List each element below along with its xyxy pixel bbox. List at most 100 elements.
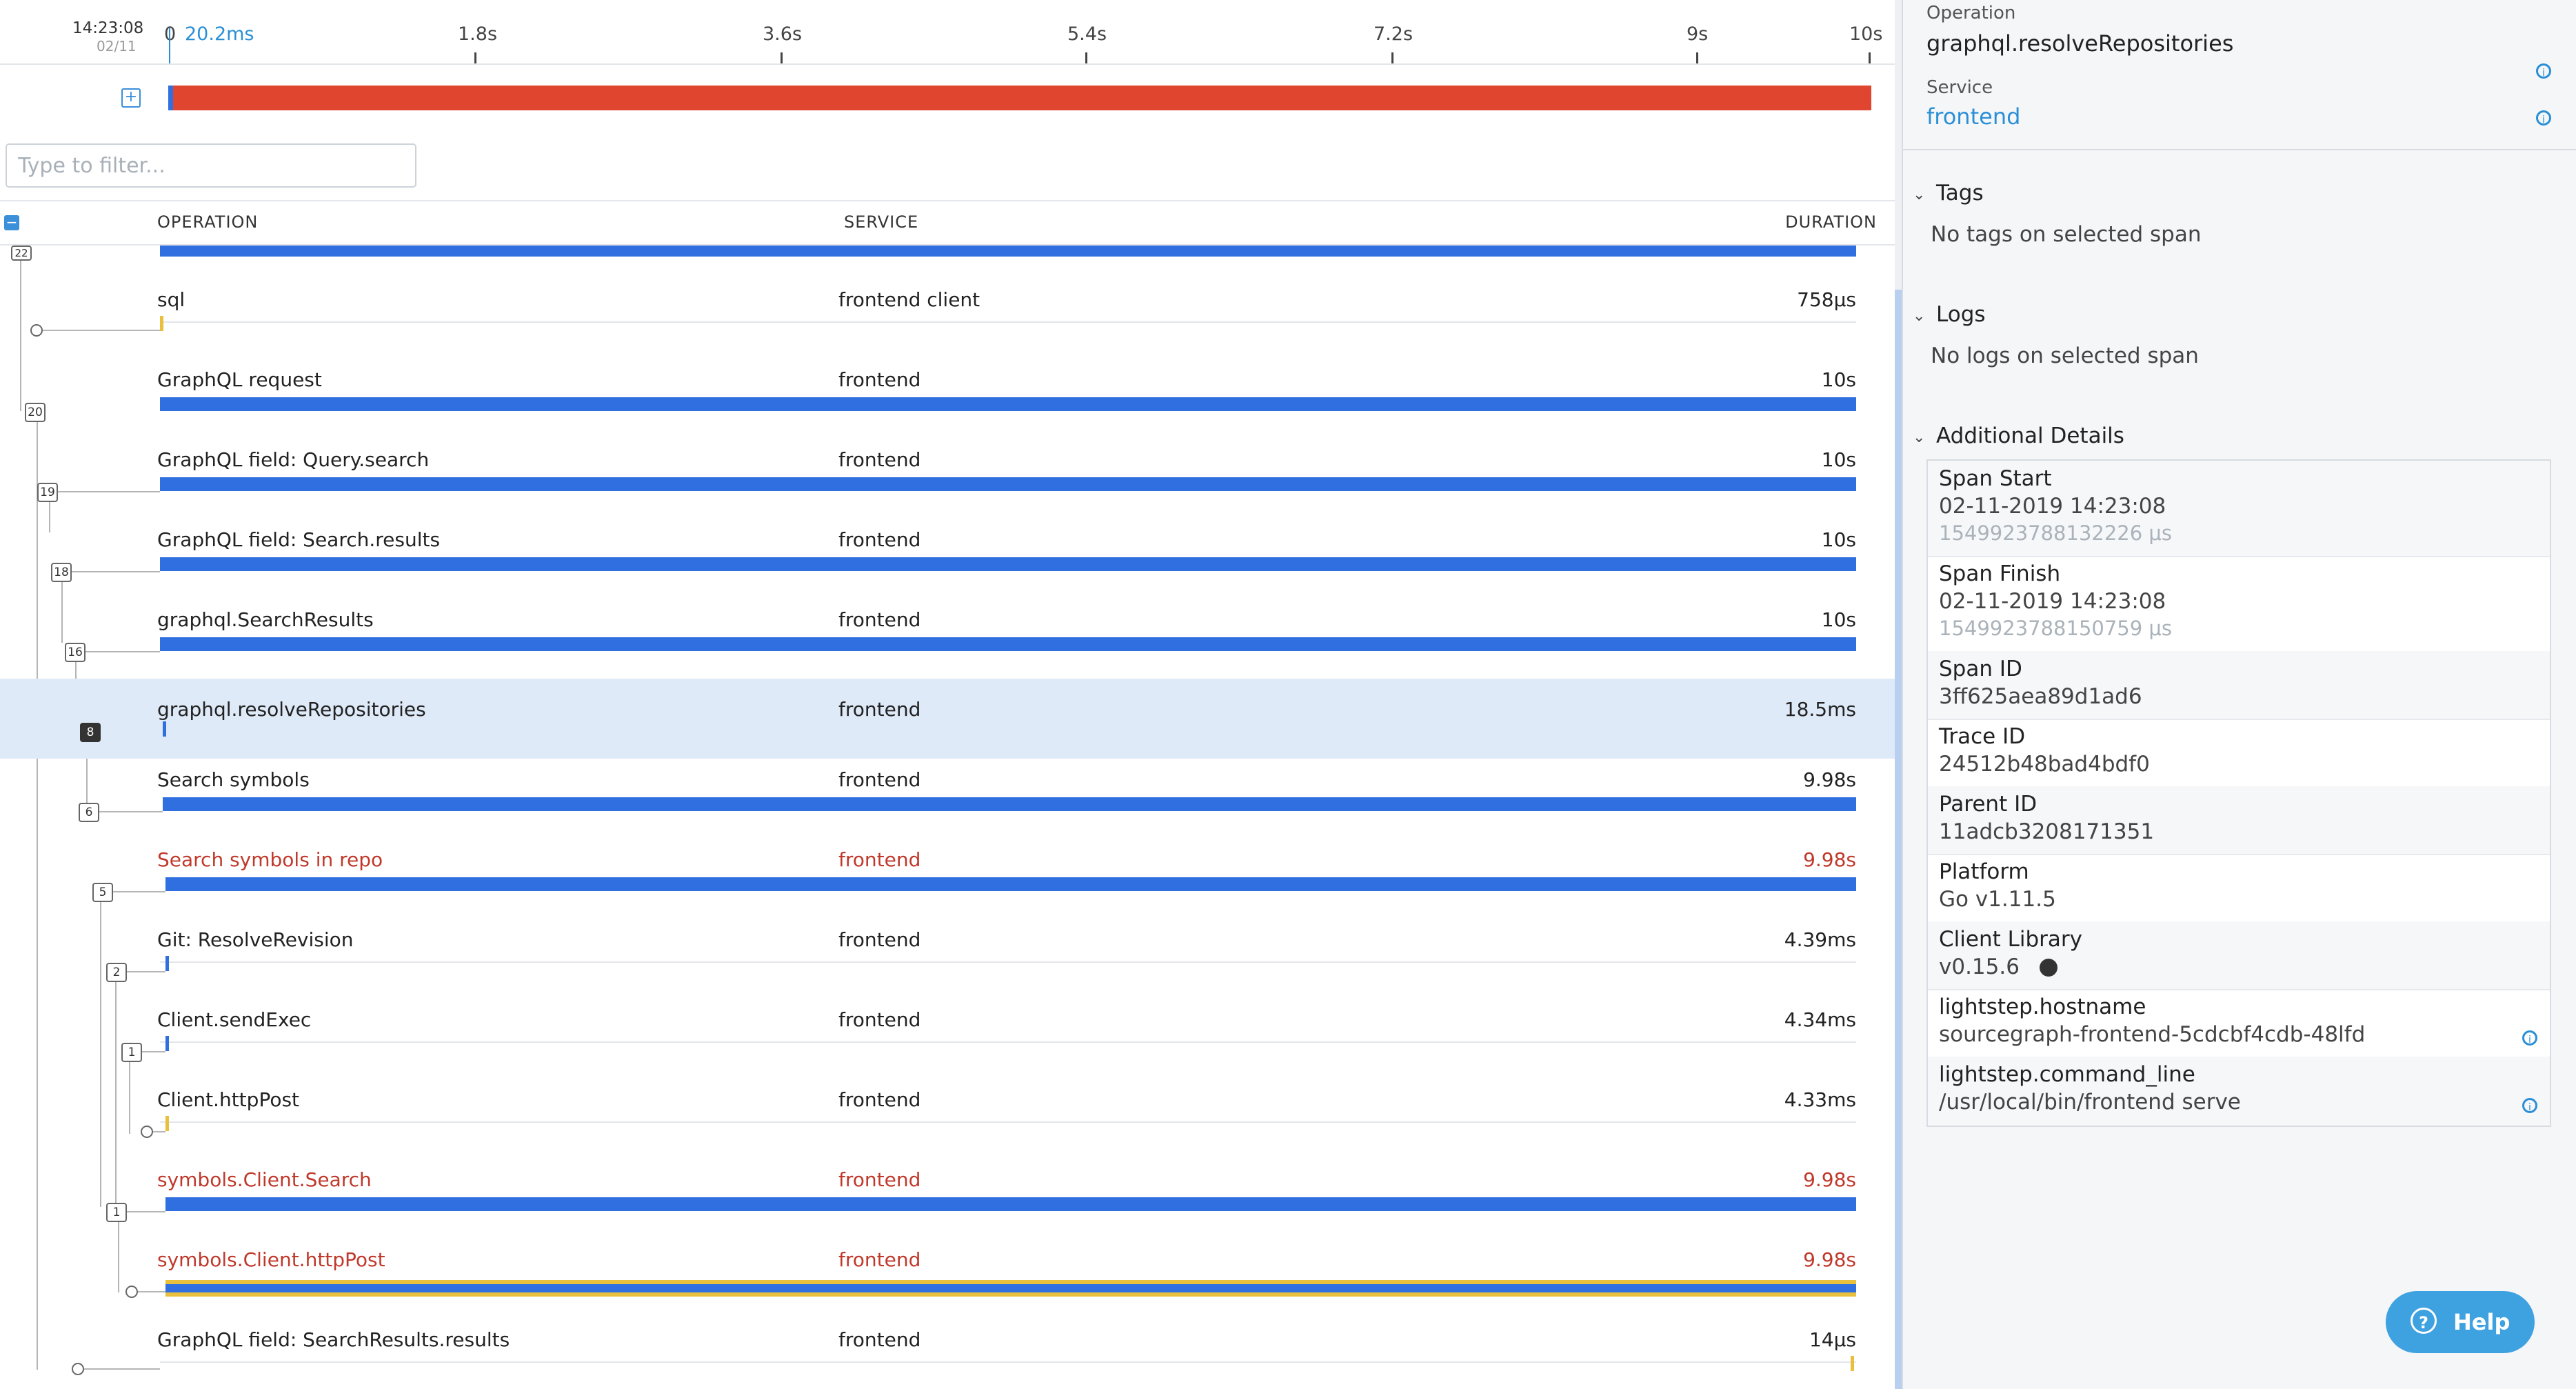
span-row[interactable]: sql frontend client 758μs [0,269,1895,349]
tick-mark [1391,52,1393,63]
github-icon[interactable] [2040,959,2057,977]
chevron-down-icon[interactable]: ⌄ [1913,429,1925,446]
span-duration: 10s [1821,608,1856,631]
span-operation: graphql.SearchResults [157,608,374,631]
span-duration: 14μs [1809,1328,1856,1351]
detail-item: Span ID 3ff625aea89d1ad6 [1928,651,2550,720]
span-service: frontend [838,528,921,551]
detail-key: Span ID [1939,657,2022,681]
time-ruler[interactable]: 14:23:08 02/11 0 20.2ms 1.8s 3.6s 5.4s 7… [0,0,1895,65]
tree-connector [85,651,160,652]
info-icon[interactable]: i [2522,1098,2537,1113]
span-service: frontend [838,1088,921,1111]
span-service: frontend [838,1008,921,1031]
span-row[interactable]: 18 GraphQL field: Search.results fronten… [0,509,1895,589]
span-row[interactable]: GraphQL field: SearchResults.results fro… [0,1309,1895,1389]
logs-section-title[interactable]: Logs [1936,302,1986,327]
additional-details-title[interactable]: Additional Details [1936,423,2124,448]
info-icon[interactable]: i [2536,110,2551,126]
span-duration-bar [160,557,1856,571]
span-operation: GraphQL field: SearchResults.results [157,1328,510,1351]
child-count-badge[interactable]: 19 [37,483,58,502]
span-duration: 9.98s [1803,848,1856,871]
child-count-badge[interactable]: 8 [80,723,101,742]
info-icon[interactable]: i [2536,63,2551,79]
span-service: frontend [838,768,921,791]
span-duration-bar [160,246,1856,257]
span-duration: 4.33ms [1784,1088,1856,1111]
span-details-panel: Operation graphql.resolveRepositories i … [1902,0,2576,1389]
span-duration-bar [163,721,166,737]
filter-input[interactable] [6,143,416,188]
span-row[interactable]: 20 GraphQL request frontend 10s [0,349,1895,429]
child-count-badge[interactable]: 1 [121,1043,142,1062]
detail-key: Trace ID [1939,724,2026,749]
child-count-badge[interactable]: 22 [11,246,32,261]
tick-mark [1869,52,1871,63]
detail-key: Span Finish [1939,561,2061,586]
child-count-badge[interactable]: 6 [79,803,99,822]
span-row[interactable]: 2 Git: ResolveRevision frontend 4.39ms [0,909,1895,989]
span-duration: 758μs [1797,288,1856,311]
detail-item: lightstep.hostname sourcegraph-frontend-… [1928,989,2550,1058]
span-duration: 9.98s [1803,1168,1856,1191]
span-row-error[interactable]: 1 symbols.Client.Search frontend 9.98s [0,1149,1895,1229]
detail-key: lightstep.hostname [1939,995,2146,1019]
span-duration: 10s [1821,528,1856,551]
detail-value: 24512b48bad4bdf0 [1939,752,2150,777]
span-row[interactable]: 19 GraphQL field: Query.search frontend … [0,429,1895,509]
scrollbar-thumb[interactable] [1895,290,1902,1389]
detail-value: 02-11-2019 14:23:08 [1939,589,2166,614]
trace-timeline-pane: 14:23:08 02/11 0 20.2ms 1.8s 3.6s 5.4s 7… [0,0,1895,1389]
child-count-badge[interactable]: 18 [51,563,72,582]
span-track [160,1361,1856,1363]
span-row-error[interactable]: symbols.Client.httpPost frontend 9.98s [0,1229,1895,1309]
trace-start-time: 14:23:08 [72,19,144,37]
span-row[interactable]: Client.httpPost frontend 4.33ms [0,1069,1895,1149]
trace-overview-bar[interactable] [168,86,1871,110]
span-row[interactable]: 16 graphql.SearchResults frontend 10s [0,589,1895,669]
tick-label: 9s [1687,23,1709,45]
service-link[interactable]: frontend [1926,103,2020,130]
child-count-badge[interactable]: 16 [65,643,85,662]
help-button[interactable]: ? Help [2386,1291,2535,1353]
chevron-down-icon[interactable]: ⌄ [1913,308,1925,325]
tree-connector [72,571,160,572]
span-operation: GraphQL field: Query.search [157,448,430,471]
detail-value: Go v1.11.5 [1939,887,2056,912]
time-cursor[interactable] [169,28,170,63]
span-row[interactable]: 6 Search symbols frontend 9.98s [0,749,1895,829]
span-track [160,321,1856,323]
help-label: Help [2453,1309,2510,1335]
span-service: frontend [838,1248,921,1271]
tree-connector [84,1368,160,1370]
span-track [160,1121,1856,1123]
span-row[interactable]: 1 Client.sendExec frontend 4.34ms [0,989,1895,1069]
additional-details-list: Span Start 02-11-2019 14:23:08 154992378… [1926,459,2551,1127]
chevron-down-icon[interactable]: ⌄ [1913,186,1925,203]
detail-item: Platform Go v1.11.5 [1928,854,2550,923]
detail-key: Parent ID [1939,792,2037,817]
span-operation: symbols.Client.Search [157,1168,372,1191]
detail-key: Span Start [1939,466,2052,491]
tags-section-title[interactable]: Tags [1936,181,1984,206]
span-duration: 4.34ms [1784,1008,1856,1031]
span-duration-bar [160,637,1856,651]
child-count-badge[interactable]: 20 [25,403,46,422]
span-track [160,1041,1856,1043]
span-row-error[interactable]: 5 Search symbols in repo frontend 9.98s [0,829,1895,909]
info-icon[interactable]: i [2522,1030,2537,1046]
span-row[interactable]: 22 [0,228,1895,261]
span-duration: 9.98s [1803,1248,1856,1271]
tick-mark [474,52,476,63]
detail-value: sourcegraph-frontend-5cdcbf4cdb-48lfd [1939,1022,2366,1047]
expand-all-icon[interactable]: + [121,88,141,108]
child-count-badge[interactable]: 2 [106,963,127,982]
logs-empty-text: No logs on selected span [1931,343,2199,368]
client-library-link[interactable]: v0.15.6 [1939,955,2020,979]
span-row-selected[interactable]: 8 graphql.resolveRepositories frontend 1… [0,679,1895,759]
span-service: frontend [838,848,921,871]
span-operation: sql [157,288,185,311]
child-count-badge[interactable]: 1 [106,1203,127,1222]
child-count-badge[interactable]: 5 [92,883,113,902]
